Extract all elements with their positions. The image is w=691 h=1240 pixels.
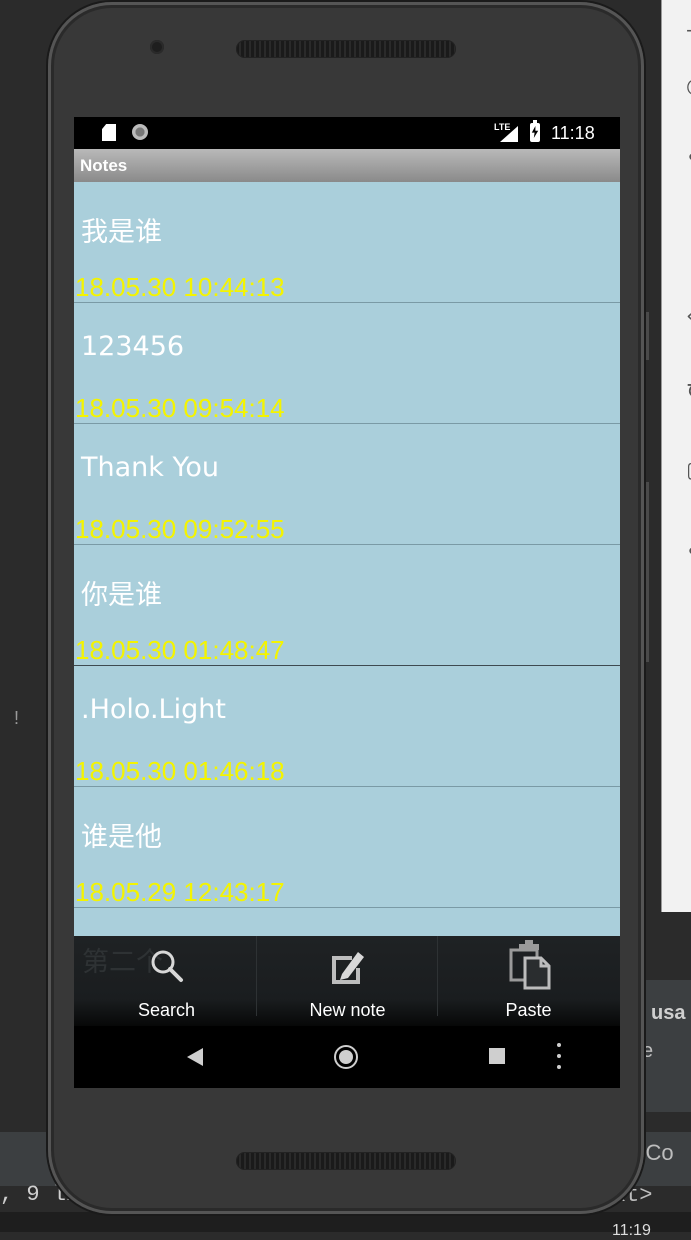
note-title: 123456 bbox=[81, 331, 185, 362]
earpiece-speaker bbox=[236, 40, 456, 58]
bottom-action-bar: 第二个 Search New note Paste bbox=[74, 936, 620, 1026]
note-date: 18.05.30 09:54:14 bbox=[75, 393, 285, 423]
note-date: 18.05.30 01:48:47 bbox=[75, 635, 285, 665]
search-label: Search bbox=[137, 1000, 196, 1020]
note-row[interactable]: 123456 18.05.30 09:54:14 bbox=[74, 303, 620, 424]
front-camera-icon bbox=[150, 40, 164, 54]
phone-screen: LTE 11:18 Notes 我是谁 18.05.30 10:44:13 12… bbox=[74, 117, 620, 1088]
note-date: 18.05.29 12:43:17 bbox=[75, 877, 285, 907]
note-title: 你是谁 bbox=[81, 580, 162, 611]
note-title: .Holo.Light bbox=[81, 694, 226, 725]
navigation-bar bbox=[74, 1026, 620, 1088]
note-title: Thank You bbox=[81, 452, 220, 483]
note-row[interactable]: 我是谁 18.05.30 10:44:13 bbox=[74, 182, 620, 303]
lte-label: LTE bbox=[494, 122, 511, 132]
bottom-speaker bbox=[236, 1152, 456, 1170]
sd-card-icon bbox=[102, 124, 116, 141]
note-row[interactable]: 你是谁 18.05.30 01:48:47 bbox=[74, 545, 620, 666]
ide-scroll-mark bbox=[646, 482, 649, 662]
status-bar: LTE 11:18 bbox=[74, 117, 620, 149]
ide-arrow-icon[interactable]: ‹ bbox=[686, 304, 691, 329]
more-options-icon[interactable] bbox=[557, 1043, 561, 1071]
note-date: 18.05.30 01:46:18 bbox=[75, 756, 285, 786]
ide-clock: 11:19 bbox=[612, 1222, 651, 1239]
ide-refresh-icon[interactable]: ↻ bbox=[686, 380, 691, 405]
paste-icon bbox=[509, 940, 550, 990]
ide-footer bbox=[0, 1212, 691, 1232]
ide-dot2-icon[interactable]: • bbox=[686, 540, 691, 565]
sync-icon bbox=[132, 124, 148, 140]
battery-charging-icon bbox=[530, 120, 540, 142]
new-note-button[interactable]: New note bbox=[257, 936, 438, 1026]
notes-list[interactable]: 我是谁 18.05.30 10:44:13 123456 18.05.30 09… bbox=[74, 182, 620, 942]
ide-usage-text: usa bbox=[651, 1002, 686, 1024]
app-title-bar: Notes bbox=[74, 149, 620, 182]
paste-button[interactable]: Paste bbox=[438, 936, 619, 1026]
ide-dot-icon[interactable]: • bbox=[686, 146, 691, 171]
search-button[interactable]: Search bbox=[76, 936, 257, 1026]
ide-side-panel: – ○ • ‹ ↻ ▢ • bbox=[661, 0, 691, 912]
search-icon bbox=[151, 950, 183, 982]
note-title: 谁是他 bbox=[81, 822, 162, 853]
new-note-label: New note bbox=[309, 1000, 386, 1020]
note-row[interactable]: .Holo.Light 18.05.30 01:46:18 bbox=[74, 666, 620, 787]
ide-scroll-mark bbox=[646, 312, 649, 360]
note-date: 18.05.30 09:52:55 bbox=[75, 514, 285, 544]
status-clock: 11:18 bbox=[551, 123, 595, 143]
ide-box-icon[interactable]: ▢ bbox=[686, 458, 691, 483]
new-note-icon bbox=[331, 952, 364, 984]
home-icon[interactable] bbox=[334, 1045, 358, 1069]
note-title: 我是谁 bbox=[81, 217, 162, 248]
ide-circle-icon[interactable]: ○ bbox=[686, 74, 691, 99]
note-row[interactable]: 谁是他 18.05.29 12:43:17 bbox=[74, 787, 620, 908]
app-title: Notes bbox=[80, 156, 128, 175]
note-row[interactable]: Thank You 18.05.30 09:52:55 bbox=[74, 424, 620, 545]
paste-label: Paste bbox=[505, 1000, 552, 1020]
recent-apps-icon[interactable] bbox=[489, 1048, 505, 1064]
note-date: 18.05.30 10:44:13 bbox=[75, 272, 285, 302]
back-icon[interactable] bbox=[187, 1048, 203, 1066]
ide-dash-glyph: – bbox=[686, 18, 691, 43]
